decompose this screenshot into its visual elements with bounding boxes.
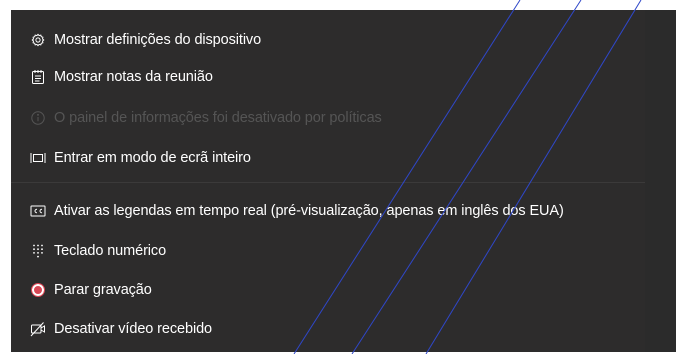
dialpad-icon — [30, 243, 46, 259]
record-icon — [30, 282, 46, 298]
menu-item-show-meeting-notes[interactable]: Mostrar notas da reunião — [30, 65, 213, 89]
fullscreen-icon — [30, 150, 46, 166]
menu-item-info-panel-disabled: O painel de informações foi desativado p… — [30, 106, 382, 130]
menu-item-label: O painel de informações foi desativado p… — [54, 110, 382, 126]
menu-item-label: Teclado numérico — [54, 243, 167, 259]
menu-item-label: Mostrar definições do dispositivo — [54, 32, 262, 48]
more-options-menu: Mostrar definições do dispositivo Mostra… — [11, 10, 645, 352]
menu-item-live-captions[interactable]: Ativar as legendas em tempo real (pré-vi… — [30, 199, 564, 223]
right-dark-panel — [645, 10, 676, 352]
menu-item-stop-recording[interactable]: Parar gravação — [30, 278, 152, 302]
notes-icon — [30, 69, 46, 85]
video-off-icon — [30, 321, 46, 337]
menu-item-enter-fullscreen[interactable]: Entrar em modo de ecrã inteiro — [30, 146, 251, 170]
menu-item-show-device-settings[interactable]: Mostrar definições do dispositivo — [30, 28, 261, 52]
captions-icon — [30, 203, 46, 219]
info-icon — [30, 110, 46, 126]
menu-item-label: Mostrar notas da reunião — [54, 69, 213, 85]
gear-icon — [30, 32, 46, 48]
menu-item-dialpad[interactable]: Teclado numérico — [30, 239, 166, 263]
screenshot-stage: Mostrar definições do dispositivo Mostra… — [0, 0, 676, 354]
menu-item-disable-incoming-video[interactable]: Desativar vídeo recebido — [30, 317, 212, 341]
menu-item-label: Ativar as legendas em tempo real (pré-vi… — [54, 203, 564, 219]
menu-item-label: Entrar em modo de ecrã inteiro — [54, 150, 251, 166]
menu-item-label: Parar gravação — [54, 282, 152, 298]
menu-separator — [11, 182, 645, 183]
menu-item-label: Desativar vídeo recebido — [54, 321, 212, 337]
